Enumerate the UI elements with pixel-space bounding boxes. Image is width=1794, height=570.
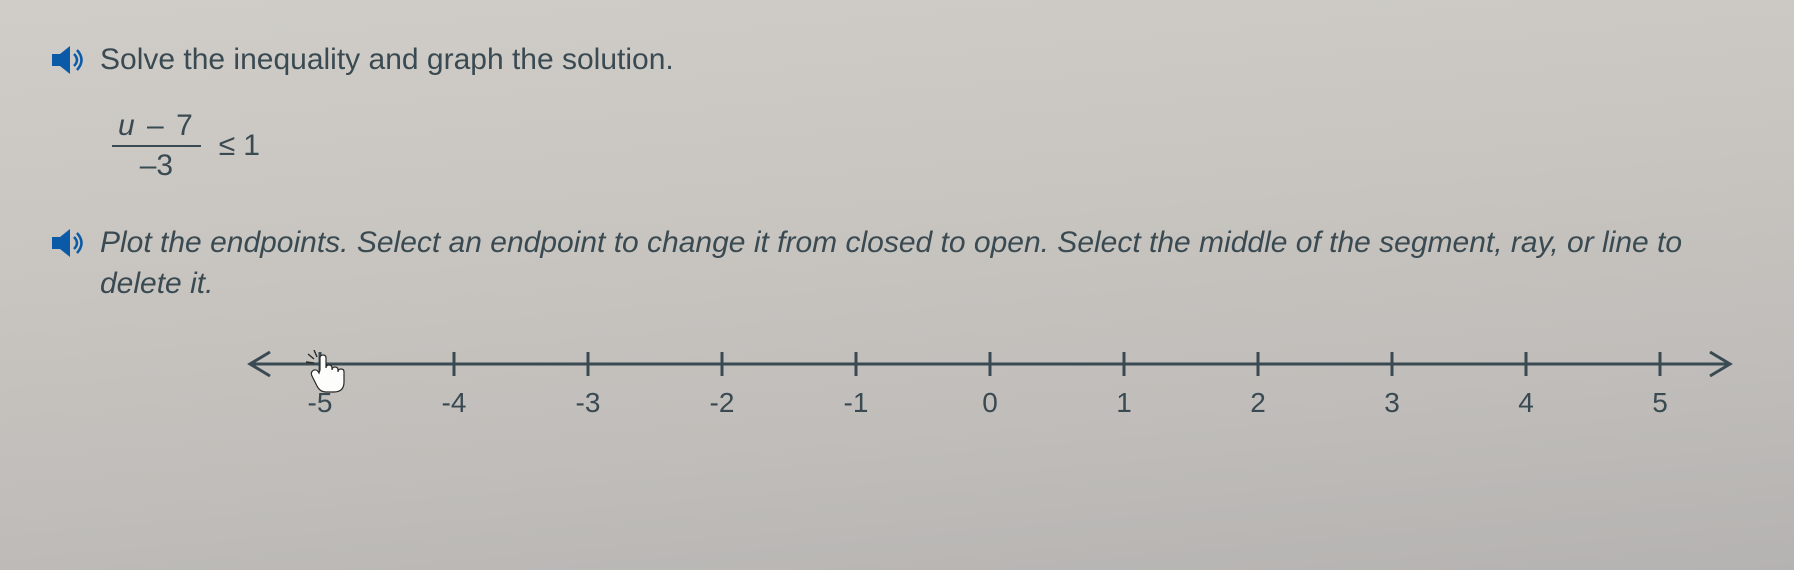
inequality-expression: u – 7 –3 ≤ 1 <box>112 109 1744 183</box>
denominator: –3 <box>140 147 173 183</box>
tick-label: -5 <box>308 387 333 418</box>
speaker-icon[interactable] <box>50 44 86 81</box>
fraction: u – 7 –3 <box>112 109 201 183</box>
tick-label: -3 <box>576 387 601 418</box>
tick-label: -2 <box>710 387 735 418</box>
inequality-operator: ≤ <box>219 129 235 163</box>
instruction-text-2: Plot the endpoints. Select an endpoint t… <box>100 223 1744 304</box>
tick-label: -1 <box>844 387 869 418</box>
numerator-constant: 7 <box>176 109 195 142</box>
tick-label: 5 <box>1652 387 1668 418</box>
inequality-rhs: 1 <box>243 129 260 163</box>
number-line[interactable]: -5 -4 -3 -2 -1 0 1 2 3 4 5 <box>240 334 1740 444</box>
numerator: u – 7 <box>112 109 201 147</box>
numerator-variable: u <box>118 109 137 142</box>
tick-label: 1 <box>1116 387 1132 418</box>
tick-label: 2 <box>1250 387 1266 418</box>
tick-label: 3 <box>1384 387 1400 418</box>
tick-label: 4 <box>1518 387 1534 418</box>
speaker-icon[interactable] <box>50 227 86 264</box>
tick-label: -4 <box>442 387 467 418</box>
instruction-text-1: Solve the inequality and graph the solut… <box>100 40 674 81</box>
tick-label: 0 <box>982 387 998 418</box>
numerator-operator: – <box>147 109 166 142</box>
